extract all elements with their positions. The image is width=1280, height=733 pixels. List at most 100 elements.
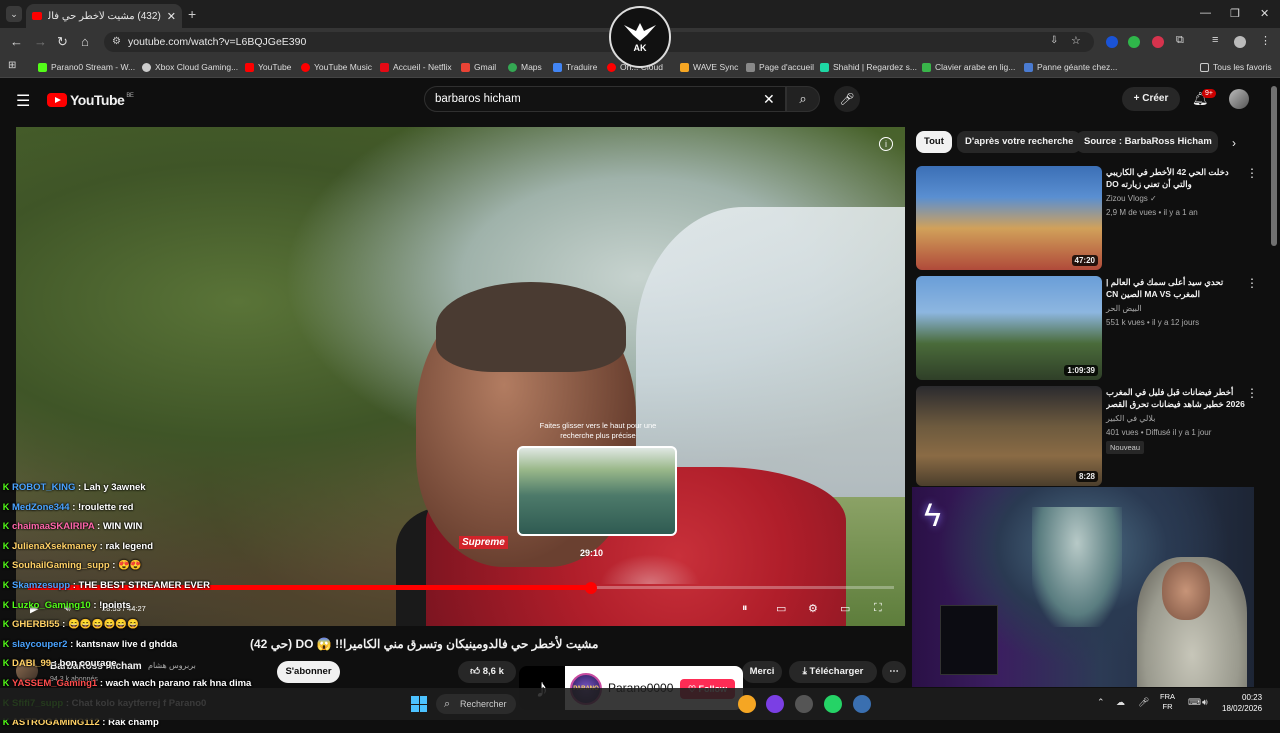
tray-icon[interactable]: ☁ [1116,697,1125,708]
bookmark-item[interactable]: YouTube [245,62,291,72]
whatsapp-taskbar-icon[interactable] [824,695,842,713]
system-clock[interactable]: 00:23 18/02/2026 [1222,692,1262,714]
video-thumbnail[interactable]: 47:20 [916,166,1102,270]
rec-title[interactable]: أخطر فيضانات قبل فليل في المغرب 2026 خطي… [1106,386,1246,410]
speaker-icon[interactable]: 🔊︎ [1202,697,1208,708]
chevron-right-icon[interactable]: › [1232,136,1236,150]
extension-icon[interactable] [1152,36,1164,48]
video-thumbnail[interactable]: 8:28 [916,386,1102,486]
recommendation-item[interactable]: 47:20 دخلت الحي 42 الأخطر في الكاريبي وا… [916,166,1266,270]
forward-button[interactable]: → [34,34,47,49]
apps-icon[interactable]: ⊞ [8,60,16,71]
minimize-button[interactable]: — [1200,7,1211,19]
search-button[interactable]: ⌕ [786,86,820,112]
rec-channel[interactable]: Zizou Vlogs ✓ [1106,194,1157,203]
reload-button[interactable]: ↻ [57,34,68,50]
recommendation-item[interactable]: 8:28 أخطر فيضانات قبل فليل في المغرب 202… [916,386,1266,486]
rec-channel[interactable]: البيض الحر [1106,304,1142,313]
settings-taskbar-icon[interactable] [853,695,871,713]
puzzle-icon[interactable]: ⧉ [1176,34,1188,46]
guide-menu-icon[interactable]: ☰ [16,91,30,111]
extension-icon[interactable] [1128,36,1140,48]
chat-username: chaimaaSKAIRIPA [12,521,95,533]
duration-badge: 47:20 [1071,255,1098,266]
fullscreen-icon[interactable]: ⛶ [874,602,882,615]
mic-icon: 🎤︎ [839,92,855,106]
heatmap [600,554,700,584]
search-input[interactable]: barbaros hicham [424,86,786,112]
home-button[interactable]: ⌂ [81,34,89,49]
new-tab-button[interactable]: + [188,6,196,22]
page-scrollbar[interactable] [1271,86,1277,246]
all-favorites-folder[interactable]: Tous les favoris [1200,62,1272,72]
kick-badge-icon: K [2,482,10,492]
scrub-handle[interactable] [584,582,597,594]
rec-channel[interactable]: بلالي في الكبير [1106,414,1155,423]
rec-menu-icon[interactable]: ⋮ [1246,386,1258,400]
create-button[interactable]: + Créer [1122,87,1180,111]
chrome-taskbar-icon[interactable] [738,695,756,713]
recommendation-item[interactable]: 1:09:39 تحدي سيد أعلى سمك في العالم | ال… [916,276,1266,380]
theater-mode-icon[interactable]: ▭ [840,602,850,615]
maximize-button[interactable]: ❐ [1230,7,1240,20]
preview-time: 29:10 [580,548,604,558]
rec-title[interactable]: تحدي سيد أعلى سمك في العالم | المغرب MA … [1106,276,1246,300]
kick-badge-icon: K [2,619,10,630]
language-indicator[interactable]: FRA FR [1160,692,1175,712]
extension-icon[interactable] [1106,36,1118,48]
bookmark-item[interactable]: Parano0 Stream - W... [38,62,135,72]
close-tab-icon[interactable]: ✕ [167,10,176,23]
chat-message: K GHERBI55 : 😄😄😄😄😄😄 [0,615,520,635]
chat-username: GHERBI55 [12,619,60,631]
app-taskbar-icon[interactable] [795,695,813,713]
media-icon[interactable]: ≡ [1212,34,1224,46]
close-window-button[interactable]: ✕ [1260,7,1269,20]
rec-menu-icon[interactable]: ⋮ [1246,166,1258,180]
chip-related[interactable]: D'après votre recherche [957,131,1082,153]
chip-all[interactable]: Tout [916,131,952,153]
bookmark-item[interactable]: YouTube Music [301,62,372,72]
chip-source[interactable]: Source : BarbaRoss Hicham [1076,131,1218,153]
address-bar[interactable]: ⚙ youtube.com/watch?v=L6BQJGeE390 [104,32,1094,52]
bookmark-item[interactable]: Shahid | Regardez s... [820,62,917,72]
more-actions-icon[interactable]: ⋯ [882,661,906,683]
network-icon[interactable]: ⌨ [1188,697,1201,708]
bookmark-item[interactable]: Page d'accueil [746,62,814,72]
taskbar-search[interactable]: Rechercher [436,694,516,714]
download-button[interactable]: ⤓ Télécharger [789,661,877,683]
youtube-logo[interactable]: YouTube BE [47,92,134,108]
tray-chevron-icon[interactable]: ⌃ [1097,697,1105,708]
bookmark-item[interactable]: Xbox Cloud Gaming... [142,62,238,72]
subtitles-icon[interactable]: ▭ [776,602,786,615]
autoplay-toggle[interactable]: ⏸ [742,602,748,615]
rec-menu-icon[interactable]: ⋮ [1246,276,1258,290]
bookmark-item[interactable]: Maps [508,62,542,72]
bookmark-star-icon[interactable]: ☆ [1071,34,1083,47]
thanks-button[interactable]: Merci [742,661,782,683]
tab-search-button[interactable]: ⌄ [6,6,22,22]
chat-message: K SouhailGaming_supp : 😍😍 [0,556,520,576]
chat-message: K DABI_99 : bon courage [0,654,520,674]
browser-tab[interactable]: (432) مشيت لأخطر حي فالدومي... ✕ [26,4,182,28]
account-avatar[interactable] [1229,89,1249,109]
voice-search-button[interactable]: 🎤︎ [834,86,860,112]
bookmark-item[interactable]: Clavier arabe en lig... [922,62,1015,72]
profile-avatar[interactable] [1234,36,1246,48]
more-menu-icon[interactable]: ⋮ [1260,34,1272,47]
video-thumbnail[interactable]: 1:09:39 [916,276,1102,380]
bookmark-item[interactable]: WAVE Sync [680,62,738,72]
back-button[interactable]: ← [10,34,23,49]
tray-mic-icon[interactable]: 🎤︎ [1138,697,1149,708]
bookmark-item[interactable]: Accueil - Netflix [380,62,452,72]
app-taskbar-icon[interactable] [766,695,784,713]
bookmark-item[interactable]: Traduire [553,62,597,72]
site-info-icon[interactable]: ⚙ [112,32,121,52]
bookmark-item[interactable]: Gmail [461,62,496,72]
info-icon[interactable]: i [879,137,893,151]
clear-search-icon[interactable]: ✕ [763,91,775,108]
windows-start-icon[interactable] [411,696,427,712]
install-icon[interactable]: ⇩ [1050,35,1062,47]
rec-title[interactable]: دخلت الحي 42 الأخطر في الكاريبي والتي أن… [1106,166,1246,190]
bookmark-item[interactable]: Panne géante chez... [1024,62,1117,72]
settings-gear-icon[interactable]: ⚙ [808,602,818,615]
